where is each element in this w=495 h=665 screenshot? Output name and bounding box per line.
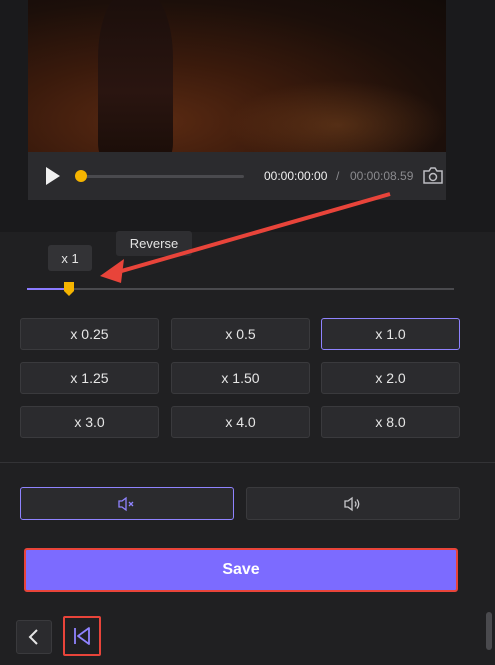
player-controls: 00:00:00:00 / 00:00:08.59 <box>28 152 446 200</box>
speed-preset-0-5[interactable]: x 0.5 <box>171 318 310 350</box>
speaker-on-icon <box>344 496 360 511</box>
speed-preset-0-25[interactable]: x 0.25 <box>20 318 159 350</box>
skip-to-start-icon <box>74 627 90 645</box>
speed-slider-thumb[interactable] <box>64 282 74 296</box>
chevron-left-icon <box>28 629 38 645</box>
speaker-muted-icon <box>118 496 134 511</box>
play-icon <box>46 167 60 185</box>
reverse-tooltip: Reverse <box>116 231 192 256</box>
section-divider <box>0 462 495 463</box>
back-button[interactable] <box>16 620 52 654</box>
speed-slider-track[interactable] <box>27 288 454 290</box>
keep-audio-button[interactable] <box>246 487 460 520</box>
progress-knob[interactable] <box>75 170 87 182</box>
slider-thumb-icon <box>64 282 74 296</box>
total-time: 00:00:08.59 <box>350 169 414 183</box>
mute-audio-button[interactable] <box>20 487 234 520</box>
save-button[interactable]: Save <box>24 548 458 592</box>
snapshot-button[interactable] <box>422 166 444 186</box>
scrollbar-handle[interactable] <box>486 612 492 650</box>
video-figure <box>98 0 173 152</box>
speed-preset-4-0[interactable]: x 4.0 <box>171 406 310 438</box>
speed-slider-fill <box>27 288 69 290</box>
video-glow <box>228 80 446 152</box>
play-button[interactable] <box>44 166 62 186</box>
speed-preset-1-25[interactable]: x 1.25 <box>20 362 159 394</box>
camera-icon <box>423 167 443 184</box>
skip-to-start-button[interactable] <box>63 616 101 656</box>
speed-preset-1-0[interactable]: x 1.0 <box>321 318 460 350</box>
speed-preset-2-0[interactable]: x 2.0 <box>321 362 460 394</box>
speed-preset-8-0[interactable]: x 8.0 <box>321 406 460 438</box>
speed-preset-3-0[interactable]: x 3.0 <box>20 406 159 438</box>
time-separator: / <box>336 169 340 183</box>
preview-area: 00:00:00:00 / 00:00:08.59 <box>0 0 495 232</box>
progress-track[interactable] <box>80 175 244 178</box>
speed-preset-1-50[interactable]: x 1.50 <box>171 362 310 394</box>
speed-value-bubble: x 1 <box>48 245 92 271</box>
video-preview <box>28 0 446 152</box>
current-time: 00:00:00:00 <box>264 169 328 183</box>
speed-editor-panel: 00:00:00:00 / 00:00:08.59 Reverse x 1 x … <box>0 0 495 665</box>
